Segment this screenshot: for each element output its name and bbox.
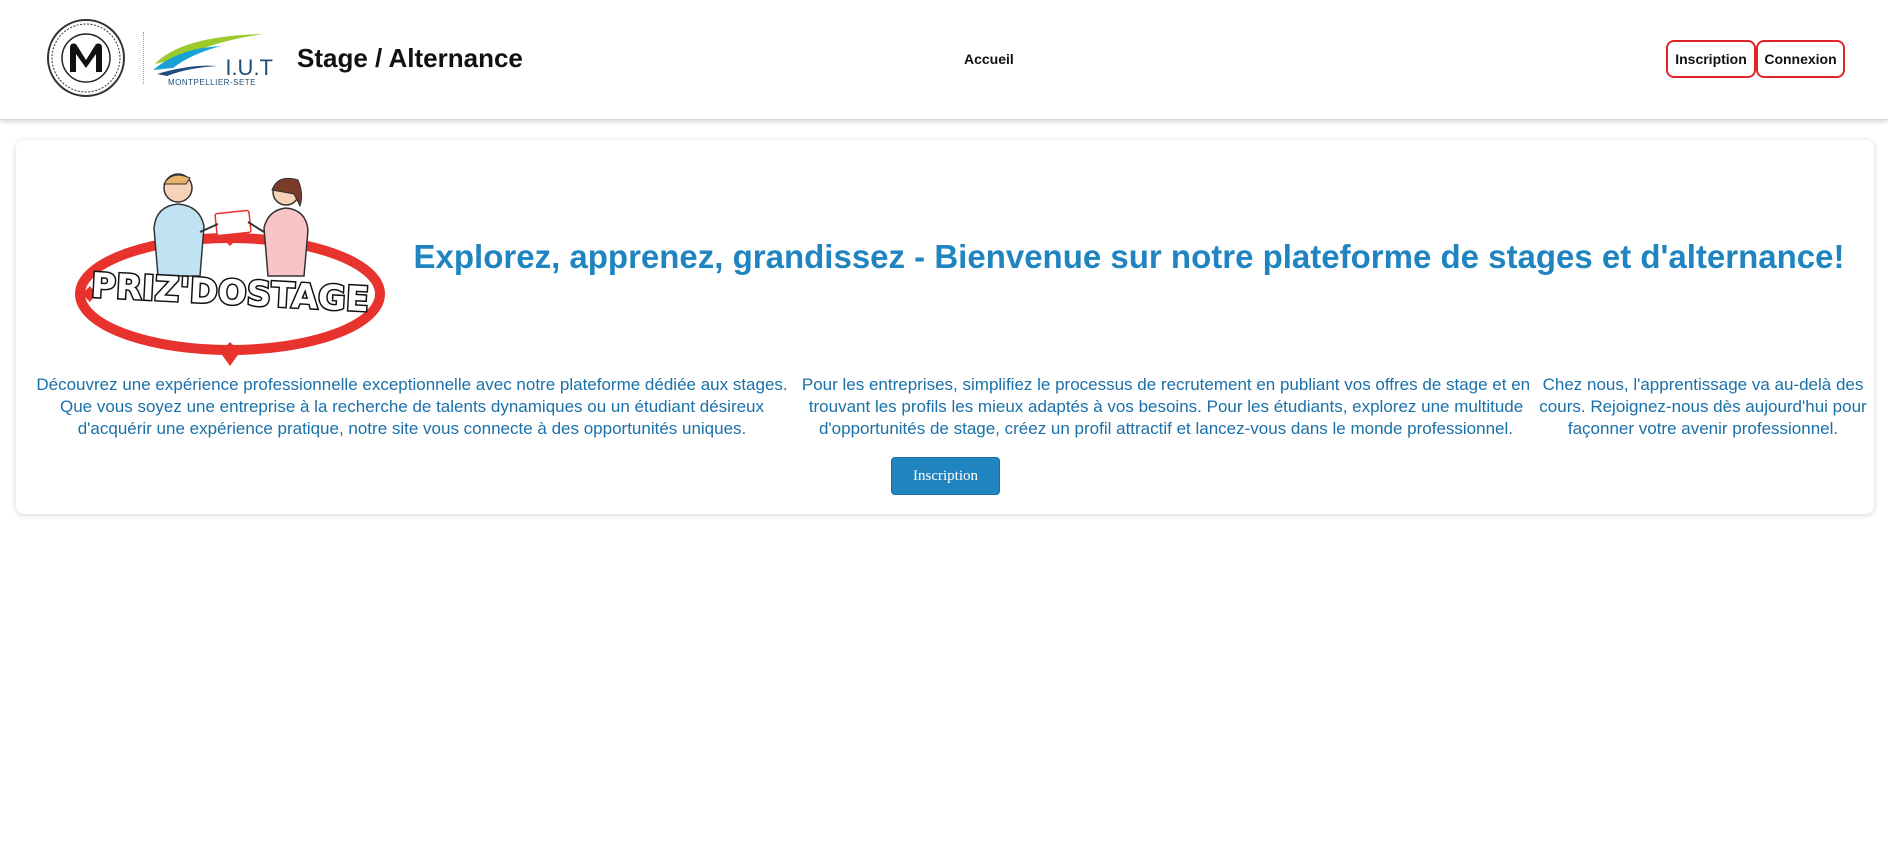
welcome-card: PRIZ'DOSTAGE Explorez, apprenez, grandis…	[16, 140, 1874, 514]
iut-logo[interactable]: I.U.T MONTPELLIER-SETE	[151, 30, 273, 90]
welcome-headline: Explorez, apprenez, grandissez - Bienven…	[413, 238, 1845, 275]
prizdostage-logo-illustration: PRIZ'DOSTAGE	[75, 173, 385, 366]
learning-paragraph: Chez nous, l'apprentissage va au-delà de…	[1539, 375, 1867, 438]
header-inscription-button[interactable]: Inscription	[1666, 40, 1756, 78]
iut-swoosh-icon: I.U.T	[153, 34, 273, 80]
iut-logo-text: I.U.T	[225, 55, 273, 78]
university-seal-logo[interactable]	[46, 18, 126, 98]
intro-paragraph: Découvrez une expérience professionnelle…	[36, 375, 788, 438]
companies-students-paragraph: Pour les entreprises, simplifiez le proc…	[801, 375, 1531, 438]
prizdostage-logo-text: PRIZ'DOSTAGE	[90, 266, 370, 321]
site-title: Stage / Alternance	[297, 43, 523, 73]
main-inscription-button[interactable]: Inscription	[891, 457, 1000, 495]
top-header: I.U.T MONTPELLIER-SETE Stage / Alternanc…	[0, 0, 1888, 120]
iut-logo-caption: MONTPELLIER-SETE	[167, 78, 256, 87]
nav-accueil-link[interactable]: Accueil	[964, 51, 1014, 67]
header-connexion-button[interactable]: Connexion	[1756, 40, 1845, 78]
logo-separator	[143, 32, 144, 84]
